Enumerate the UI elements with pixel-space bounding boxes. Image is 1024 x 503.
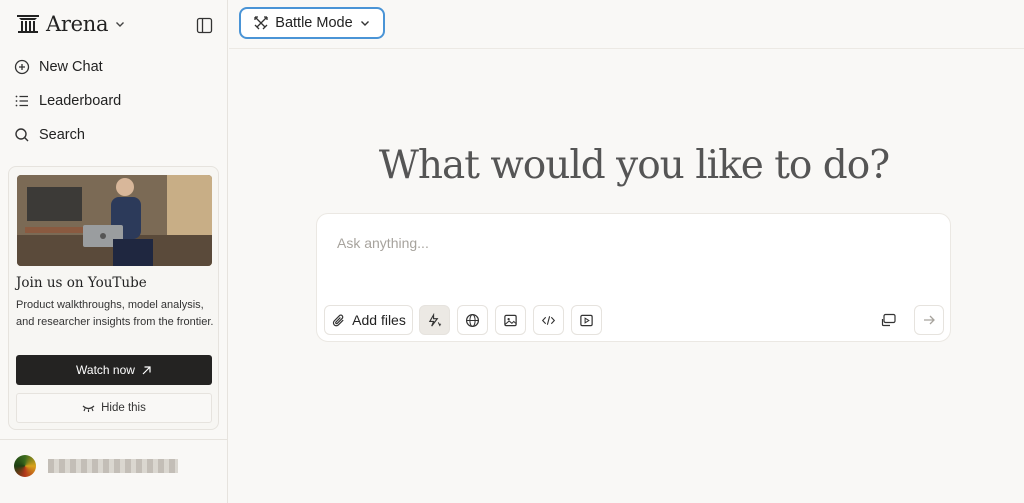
sidebar: Arena New Chat Leaderboard Search Join u… [0, 0, 228, 503]
code-button[interactable] [533, 305, 564, 335]
brand-name: Arena [46, 12, 109, 36]
code-icon [541, 315, 556, 325]
auto-modality-button[interactable] [419, 305, 450, 335]
nav-item-leaderboard[interactable]: Leaderboard [14, 93, 121, 109]
battle-mode-selector[interactable]: Battle Mode [239, 7, 385, 39]
search-icon [15, 128, 29, 142]
image-icon [504, 314, 517, 326]
top-bar: Battle Mode [229, 0, 1024, 49]
compare-models-button[interactable] [879, 310, 899, 330]
eye-closed-icon [82, 405, 95, 412]
send-button[interactable] [914, 305, 944, 335]
avatar [14, 455, 36, 477]
hide-promo-label: Hide this [101, 402, 146, 414]
user-name-redacted [48, 459, 178, 473]
add-files-label: Add files [352, 312, 406, 328]
sidebar-panel-icon [196, 17, 212, 33]
chevron-down-icon [116, 22, 125, 27]
globe-icon [465, 313, 480, 327]
page-headline: What would you like to do? [378, 143, 890, 188]
hide-promo-button[interactable]: Hide this [16, 393, 212, 423]
nav-item-new-chat[interactable]: New Chat [14, 59, 103, 75]
chat-window-icon [881, 313, 896, 327]
nav-label: New Chat [39, 59, 103, 75]
prompt-input[interactable] [335, 234, 929, 252]
web-search-button[interactable] [457, 305, 488, 335]
arrow-right-icon [924, 315, 935, 325]
arrow-up-right-icon [142, 365, 151, 374]
promo-description: Product walkthroughs, model analysis, an… [16, 299, 214, 328]
prompt-composer: Add files [316, 213, 951, 342]
promo-title: Join us on YouTube [16, 275, 147, 291]
nav-label: Leaderboard [39, 93, 122, 109]
paperclip-icon [332, 314, 344, 326]
arena-logo-icon [17, 15, 39, 33]
list-icon [15, 95, 28, 107]
image-generation-button[interactable] [495, 305, 526, 335]
sparkle-wand-icon [428, 312, 442, 326]
watch-now-button[interactable]: Watch now [16, 355, 212, 385]
add-files-button[interactable]: Add files [324, 305, 413, 335]
sidebar-toggle-button[interactable] [194, 15, 214, 35]
plus-circle-icon [14, 59, 30, 75]
crossed-swords-icon [254, 16, 268, 30]
promo-video-thumbnail[interactable] [17, 175, 212, 266]
chevron-down-icon [360, 21, 369, 26]
brand[interactable]: Arena [16, 12, 126, 36]
video-generation-button[interactable] [571, 305, 602, 335]
youtube-promo-card: Join us on YouTube Product walkthroughs,… [8, 166, 219, 430]
mode-label: Battle Mode [275, 15, 353, 31]
video-play-icon [580, 314, 593, 326]
sidebar-divider [0, 439, 227, 440]
nav-label: Search [39, 127, 85, 143]
watch-now-label: Watch now [76, 363, 135, 377]
thumbnail-scene [17, 175, 212, 266]
user-profile[interactable] [14, 455, 178, 477]
nav-item-search[interactable]: Search [14, 127, 85, 143]
